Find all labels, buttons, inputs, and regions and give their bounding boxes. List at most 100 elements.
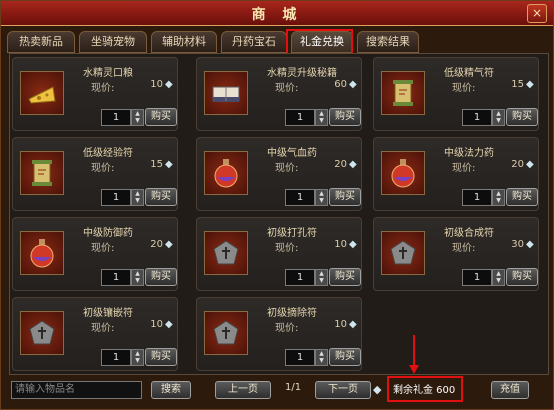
buy-button[interactable]: 购买 [329, 348, 361, 366]
price-label: 现价: [91, 163, 115, 174]
chevron-up-icon[interactable]: ▲ [132, 350, 143, 357]
quantity-stepper[interactable]: ▲ ▼ [131, 109, 144, 126]
quantity-input[interactable]: 1 [101, 269, 131, 286]
gift-coin-icon: ◆ [349, 239, 357, 250]
chevron-down-icon[interactable]: ▼ [316, 277, 327, 284]
item-name: 中级防御药 [83, 228, 133, 239]
item-price: 20 [150, 239, 163, 250]
buy-button[interactable]: 购买 [145, 268, 177, 286]
rune-icon[interactable] [204, 231, 248, 275]
recharge-button[interactable]: 充值 [491, 381, 529, 399]
quantity-stepper[interactable]: ▲ ▼ [492, 109, 505, 126]
chevron-up-icon[interactable]: ▲ [132, 110, 143, 117]
item-name: 初级镶嵌符 [83, 308, 133, 319]
gift-coin-icon: ◆ [526, 159, 534, 170]
buy-button[interactable]: 购买 [506, 188, 538, 206]
chevron-up-icon[interactable]: ▲ [493, 190, 504, 197]
item-card: 中级防御药 现价: 20 ◆ 1 ▲ ▼ 购买 [12, 217, 178, 291]
quantity-stepper[interactable]: ▲ ▼ [492, 189, 505, 206]
tab-hot-new[interactable]: 热卖新品 [7, 31, 75, 53]
potion-icon[interactable] [204, 151, 248, 195]
chevron-up-icon[interactable]: ▲ [316, 110, 327, 117]
chevron-up-icon[interactable]: ▲ [316, 350, 327, 357]
buy-button[interactable]: 购买 [506, 108, 538, 126]
quantity-stepper[interactable]: ▲ ▼ [492, 269, 505, 286]
gift-coin-icon: ◆ [526, 239, 534, 250]
search-input[interactable]: 请输入物品名 [11, 381, 142, 399]
chevron-down-icon[interactable]: ▼ [316, 197, 327, 204]
buy-button[interactable]: 购买 [145, 108, 177, 126]
quantity-input[interactable]: 1 [285, 189, 315, 206]
chevron-up-icon[interactable]: ▲ [132, 190, 143, 197]
item-name: 初级摘除符 [267, 308, 317, 319]
rune-icon[interactable] [204, 311, 248, 355]
quantity-stepper[interactable]: ▲ ▼ [131, 269, 144, 286]
chevron-down-icon[interactable]: ▼ [316, 357, 327, 364]
tab-pills-gems[interactable]: 丹药宝石 [221, 31, 287, 53]
quantity-stepper[interactable]: ▲ ▼ [131, 189, 144, 206]
chevron-up-icon[interactable]: ▲ [493, 270, 504, 277]
quantity-input[interactable]: 1 [101, 349, 131, 366]
quantity-input[interactable]: 1 [462, 269, 492, 286]
buy-button[interactable]: 购买 [329, 108, 361, 126]
price-label: 现价: [91, 243, 115, 254]
buy-button[interactable]: 购买 [506, 268, 538, 286]
item-card: 初级镶嵌符 现价: 10 ◆ 1 ▲ ▼ 购买 [12, 297, 178, 371]
chevron-down-icon[interactable]: ▼ [132, 197, 143, 204]
chevron-up-icon[interactable]: ▲ [316, 270, 327, 277]
quantity-stepper[interactable]: ▲ ▼ [315, 269, 328, 286]
chevron-down-icon[interactable]: ▼ [132, 277, 143, 284]
item-price: 20 [511, 159, 524, 170]
chevron-down-icon[interactable]: ▼ [132, 357, 143, 364]
gift-coin-icon: ◆ [526, 79, 534, 90]
quantity-input[interactable]: 1 [285, 269, 315, 286]
quantity-input[interactable]: 1 [462, 109, 492, 126]
page-indicator: 1/1 [285, 382, 302, 393]
red-arrow-icon [409, 335, 419, 374]
quantity-stepper[interactable]: ▲ ▼ [315, 189, 328, 206]
chevron-up-icon[interactable]: ▲ [493, 110, 504, 117]
item-price: 15 [150, 159, 163, 170]
item-price: 15 [511, 79, 524, 90]
item-card: 低级精气符 现价: 15 ◆ 1 ▲ ▼ 购买 [373, 57, 539, 131]
scroll-icon[interactable] [381, 71, 425, 115]
potion-icon[interactable] [20, 231, 64, 275]
chevron-down-icon[interactable]: ▼ [132, 117, 143, 124]
quantity-stepper[interactable]: ▲ ▼ [315, 349, 328, 366]
chevron-up-icon[interactable]: ▲ [132, 270, 143, 277]
tab-search-results[interactable]: 搜索结果 [357, 31, 419, 53]
scroll-icon[interactable] [20, 151, 64, 195]
search-button[interactable]: 搜索 [151, 381, 191, 399]
quantity-stepper[interactable]: ▲ ▼ [315, 109, 328, 126]
item-name: 初级合成符 [444, 228, 494, 239]
item-name: 中级气血药 [267, 148, 317, 159]
quantity-input[interactable]: 1 [285, 349, 315, 366]
next-page-button[interactable]: 下一页 [315, 381, 371, 399]
buy-button[interactable]: 购买 [329, 188, 361, 206]
chevron-down-icon[interactable]: ▼ [493, 277, 504, 284]
buy-button[interactable]: 购买 [145, 348, 177, 366]
chevron-down-icon[interactable]: ▼ [493, 117, 504, 124]
prev-page-button[interactable]: 上一页 [215, 381, 271, 399]
gift-coin-icon: ◆ [349, 159, 357, 170]
close-button[interactable]: × [527, 4, 547, 23]
chevron-down-icon[interactable]: ▼ [493, 197, 504, 204]
buy-button[interactable]: 购买 [329, 268, 361, 286]
price-label: 现价: [452, 243, 476, 254]
chevron-up-icon[interactable]: ▲ [316, 190, 327, 197]
cheese-icon[interactable] [20, 71, 64, 115]
book-icon[interactable] [204, 71, 248, 115]
tab-mounts-pets[interactable]: 坐骑宠物 [79, 31, 147, 53]
rune-icon[interactable] [20, 311, 64, 355]
quantity-input[interactable]: 1 [101, 109, 131, 126]
price-label: 现价: [275, 243, 299, 254]
chevron-down-icon[interactable]: ▼ [316, 117, 327, 124]
potion-icon[interactable] [381, 151, 425, 195]
tab-materials[interactable]: 辅助材料 [151, 31, 217, 53]
quantity-input[interactable]: 1 [462, 189, 492, 206]
rune-icon[interactable] [381, 231, 425, 275]
buy-button[interactable]: 购买 [145, 188, 177, 206]
quantity-stepper[interactable]: ▲ ▼ [131, 349, 144, 366]
quantity-input[interactable]: 1 [285, 109, 315, 126]
quantity-input[interactable]: 1 [101, 189, 131, 206]
